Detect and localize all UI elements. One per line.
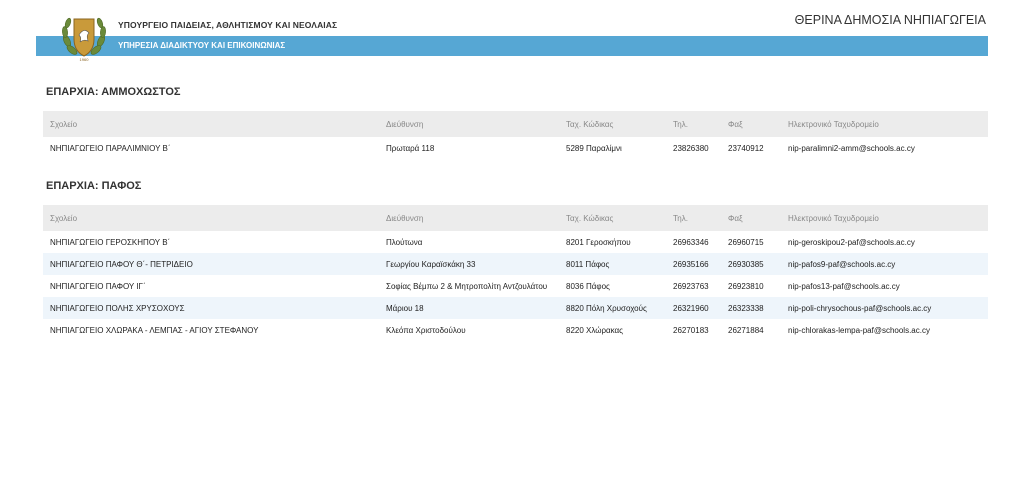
school-phone: 26935166 — [666, 253, 721, 275]
column-header-school: Σχολείο — [43, 205, 379, 231]
school-name: ΝΗΠΙΑΓΩΓΕΙΟ ΠΑΦΟΥ ΙΓ΄ — [50, 281, 146, 291]
school-postcode: 8201 Γεροσκήπου — [566, 237, 631, 247]
table-row: ΝΗΠΙΑΓΩΓΕΙΟ ΠΑΦΟΥ Θ΄- ΠΕΤΡΙΔΕΙΟ Γεωργίου… — [43, 253, 988, 275]
school-fax: 26323338 — [721, 297, 781, 319]
school-name: ΝΗΠΙΑΓΩΓΕΙΟ ΠΑΡΑΛΙΜΝΙΟΥ Β΄ — [50, 143, 171, 153]
school-fax: 26271884 — [728, 325, 764, 335]
school-postcode: 8820 Πόλη Χρυσοχούς — [559, 297, 666, 319]
school-name: ΝΗΠΙΑΓΩΓΕΙΟ ΠΟΛΗΣ ΧΡΥΣΟΧΟΥΣ — [43, 297, 379, 319]
school-phone: 26270183 — [673, 325, 709, 335]
school-postcode: 8011 Πάφος — [559, 253, 666, 275]
school-phone: 23826380 — [673, 143, 709, 153]
school-address: Πλούτωνα — [386, 237, 423, 247]
school-address: Μάριου 18 — [379, 297, 559, 319]
table-row: ΝΗΠΙΑΓΩΓΕΙΟ ΧΛΩΡΑΚΑ - ΛΕΜΠΑΣ - ΑΓΙΟΥ ΣΤΕ… — [43, 319, 988, 341]
school-phone: 26963346 — [673, 237, 709, 247]
school-email: nip-paralimni2-amm@schools.ac.cy — [788, 143, 915, 153]
table-header-row: Σχολείο Διεύθυνση Ταχ. Κώδικας Τηλ. Φαξ … — [43, 111, 988, 137]
school-phone: 26321960 — [666, 297, 721, 319]
school-postcode: 8220 Χλώρακας — [566, 325, 624, 335]
school-name: ΝΗΠΙΑΓΩΓΕΙΟ ΠΑΦΟΥ Θ΄- ΠΕΤΡΙΔΕΙΟ — [43, 253, 379, 275]
header-band: ΥΠΗΡΕΣΙΑ ΔΙΑΔΙΚΤΥΟΥ ΚΑΙ ΕΠΙΚΟΙΝΩΝΙΑΣ — [36, 36, 988, 56]
table-row: ΝΗΠΙΑΓΩΓΕΙΟ ΓΕΡΟΣΚΗΠΟΥ Β΄ Πλούτωνα 8201 … — [43, 231, 988, 253]
service-name: ΥΠΗΡΕΣΙΑ ΔΙΑΔΙΚΤΥΟΥ ΚΑΙ ΕΠΙΚΟΙΝΩΝΙΑΣ — [118, 41, 286, 50]
school-address: Γεωργίου Καραϊσκάκη 33 — [379, 253, 559, 275]
column-header-postcode: Ταχ. Κώδικας — [559, 205, 666, 231]
school-postcode: 8036 Πάφος — [566, 281, 610, 291]
table-header-row: Σχολείο Διεύθυνση Ταχ. Κώδικας Τηλ. Φαξ … — [43, 205, 988, 231]
school-fax: 26930385 — [721, 253, 781, 275]
school-fax: 23740912 — [728, 143, 764, 153]
table-row: ΝΗΠΙΑΓΩΓΕΙΟ ΠΑΦΟΥ ΙΓ΄ Σοφίας Βέμπω 2 & Μ… — [43, 275, 988, 297]
school-name: ΝΗΠΙΑΓΩΓΕΙΟ ΧΛΩΡΑΚΑ - ΛΕΜΠΑΣ - ΑΓΙΟΥ ΣΤΕ… — [50, 325, 259, 335]
column-header-postcode: Ταχ. Κώδικας — [559, 111, 666, 137]
school-address: Σοφίας Βέμπω 2 & Μητροπολίτη Αντζουλάτου — [386, 281, 548, 291]
school-name: ΝΗΠΙΑΓΩΓΕΙΟ ΓΕΡΟΣΚΗΠΟΥ Β΄ — [50, 237, 171, 247]
school-phone: 26923763 — [673, 281, 709, 291]
schools-table: Σχολείο Διεύθυνση Ταχ. Κώδικας Τηλ. Φαξ … — [43, 111, 988, 159]
ministry-name: ΥΠΟΥΡΓΕΙΟ ΠΑΙΔΕΙΑΣ, ΑΘΛΗΤΙΣΜΟΥ ΚΑΙ ΝΕΟΛΑ… — [118, 20, 338, 30]
table-row: ΝΗΠΙΑΓΩΓΕΙΟ ΠΟΛΗΣ ΧΡΥΣΟΧΟΥΣ Μάριου 18 88… — [43, 297, 988, 319]
document-title: ΘΕΡΙΝΑ ΔΗΜΟΣΙΑ ΝΗΠΙΑΓΩΓΕΙΑ — [794, 13, 986, 27]
schools-table: Σχολείο Διεύθυνση Ταχ. Κώδικας Τηλ. Φαξ … — [43, 205, 988, 341]
school-address: Πρωταρά 118 — [386, 143, 435, 153]
column-header-address: Διεύθυνση — [379, 205, 559, 231]
table-row: ΝΗΠΙΑΓΩΓΕΙΟ ΠΑΡΑΛΙΜΝΙΟΥ Β΄ Πρωταρά 118 5… — [43, 137, 988, 159]
school-postcode: 5289 Παραλίμνι — [566, 143, 622, 153]
cyprus-coat-of-arms-icon: 1960 — [62, 17, 106, 62]
school-address: Κλεόπα Χριστοδούλου — [386, 325, 466, 335]
page-header: ΥΠΗΡΕΣΙΑ ΔΙΑΔΙΚΤΥΟΥ ΚΑΙ ΕΠΙΚΟΙΝΩΝΙΑΣ 196… — [0, 0, 1024, 70]
column-header-phone: Τηλ. — [666, 111, 721, 137]
school-fax: 26923810 — [728, 281, 764, 291]
column-header-phone: Τηλ. — [666, 205, 721, 231]
column-header-fax: Φαξ — [721, 205, 781, 231]
school-email: nip-pafos13-paf@schools.ac.cy — [788, 281, 900, 291]
school-email: nip-chlorakas-lempa-paf@schools.ac.cy — [788, 325, 930, 335]
section-title: ΕΠΑΡΧΙΑ: ΠΑΦΟΣ — [46, 180, 142, 192]
school-fax: 26960715 — [728, 237, 764, 247]
column-header-email: Ηλεκτρονικό Ταχυδρομείο — [781, 205, 988, 231]
school-email: nip-pafos9-paf@schools.ac.cy — [781, 253, 988, 275]
svg-text:1960: 1960 — [80, 57, 90, 62]
column-header-email: Ηλεκτρονικό Ταχυδρομείο — [781, 111, 988, 137]
school-email: nip-poli-chrysochous-paf@schools.ac.cy — [781, 297, 988, 319]
school-email: nip-geroskipou2-paf@schools.ac.cy — [788, 237, 915, 247]
column-header-school: Σχολείο — [43, 111, 379, 137]
section-title: ΕΠΑΡΧΙΑ: ΑΜΜΟΧΩΣΤΟΣ — [46, 86, 181, 98]
column-header-fax: Φαξ — [721, 111, 781, 137]
column-header-address: Διεύθυνση — [379, 111, 559, 137]
